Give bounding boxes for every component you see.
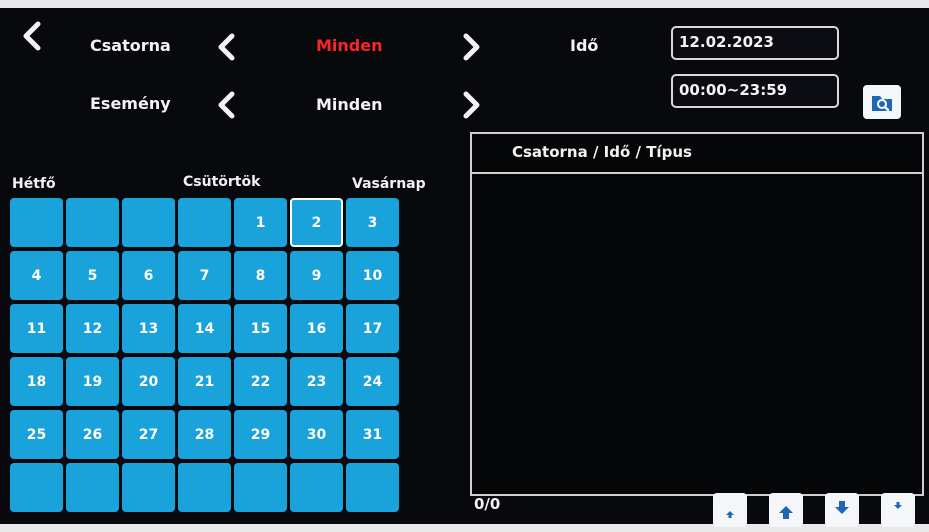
channel-prev-button[interactable] [214,32,240,62]
calendar-empty-cell [178,463,231,512]
calendar-day[interactable]: 8 [234,251,287,300]
channel-next-button[interactable] [458,32,484,62]
calendar-empty-cell [290,463,343,512]
calendar-day[interactable]: 23 [290,357,343,406]
calendar-day[interactable]: 26 [66,410,119,459]
chevron-right-icon [463,91,480,119]
channel-label: Csatorna [90,36,171,55]
first-page-icon [726,511,734,518]
calendar-day[interactable]: 7 [178,251,231,300]
calendar-empty-cell [66,463,119,512]
calendar-day[interactable]: 21 [178,357,231,406]
calendar-day[interactable]: 19 [66,357,119,406]
calendar-empty-cell [122,463,175,512]
calendar-day[interactable]: 31 [346,410,399,459]
results-count: 0/0 [474,495,501,513]
calendar-day[interactable]: 9 [290,251,343,300]
calendar-day[interactable]: 6 [122,251,175,300]
back-button[interactable] [18,18,48,54]
chevron-left-icon [218,91,235,119]
event-next-button[interactable] [458,90,484,120]
calendar-day[interactable]: 27 [122,410,175,459]
playback-search-screen: Csatorna Minden Idő 12.02.2023 Esemény M… [0,8,929,527]
calendar-day[interactable]: 30 [290,410,343,459]
search-button[interactable] [863,85,901,119]
calendar-day[interactable]: 10 [346,251,399,300]
first-page-button[interactable] [713,493,747,527]
calendar-day[interactable]: 17 [346,304,399,353]
last-page-icon [894,502,902,509]
calendar-day[interactable]: 28 [178,410,231,459]
calendar-empty-cell [122,198,175,247]
event-prev-button[interactable] [214,90,240,120]
calendar-day[interactable]: 3 [346,198,399,247]
calendar-day[interactable]: 13 [122,304,175,353]
calendar-day[interactable]: 25 [10,410,63,459]
time-label: Idő [570,36,599,55]
calendar-day[interactable]: 22 [234,357,287,406]
calendar-day[interactable]: 12 [66,304,119,353]
calendar-day[interactable]: 14 [178,304,231,353]
calendar-day[interactable]: 5 [66,251,119,300]
time-range-field[interactable]: 00:00~23:59 [671,74,839,108]
calendar-day[interactable]: 1 [234,198,287,247]
calendar-day[interactable]: 20 [122,357,175,406]
calendar-empty-cell [10,198,63,247]
next-page-icon [835,501,849,514]
chevron-left-icon [23,21,41,51]
prev-page-button[interactable] [769,493,803,527]
calendar-day[interactable]: 4 [10,251,63,300]
calendar-empty-cell [10,463,63,512]
calendar-empty-cell [66,198,119,247]
event-value: Minden [316,95,383,114]
results-header-row: Csatorna / Idő / Típus [472,134,922,174]
chevron-right-icon [463,33,480,61]
calendar-day[interactable]: 24 [346,357,399,406]
channel-value: Minden [316,36,383,55]
calendar-empty-cell [178,198,231,247]
calendar-empty-cell [234,463,287,512]
calendar-day[interactable]: 11 [10,304,63,353]
weekday-label-monday: Hétfő [12,176,56,192]
calendar-day[interactable]: 29 [234,410,287,459]
weekday-label-sunday: Vasárnap [352,176,426,192]
prev-page-icon [779,506,793,519]
results-list[interactable]: Csatorna / Idő / Típus [470,132,924,496]
next-page-button[interactable] [825,493,859,527]
event-label: Esemény [90,94,171,113]
folder-search-icon [872,96,892,112]
calendar-day[interactable]: 2 [290,198,343,247]
results-header: Csatorna / Idő / Típus [512,143,692,161]
chevron-left-icon [218,33,235,61]
calendar-day[interactable]: 18 [10,357,63,406]
date-field[interactable]: 12.02.2023 [671,26,839,60]
calendar-grid: 1 2 3 4 5 6 7 8 9 10 11 12 13 14 15 16 17 18 19 20 21 22 23 24 2… [10,198,400,520]
calendar-day[interactable]: 15 [234,304,287,353]
weekday-label-thursday: Csütörtök [183,174,261,190]
calendar-day[interactable]: 16 [290,304,343,353]
last-page-button[interactable] [881,493,915,527]
calendar-empty-cell [346,463,399,512]
